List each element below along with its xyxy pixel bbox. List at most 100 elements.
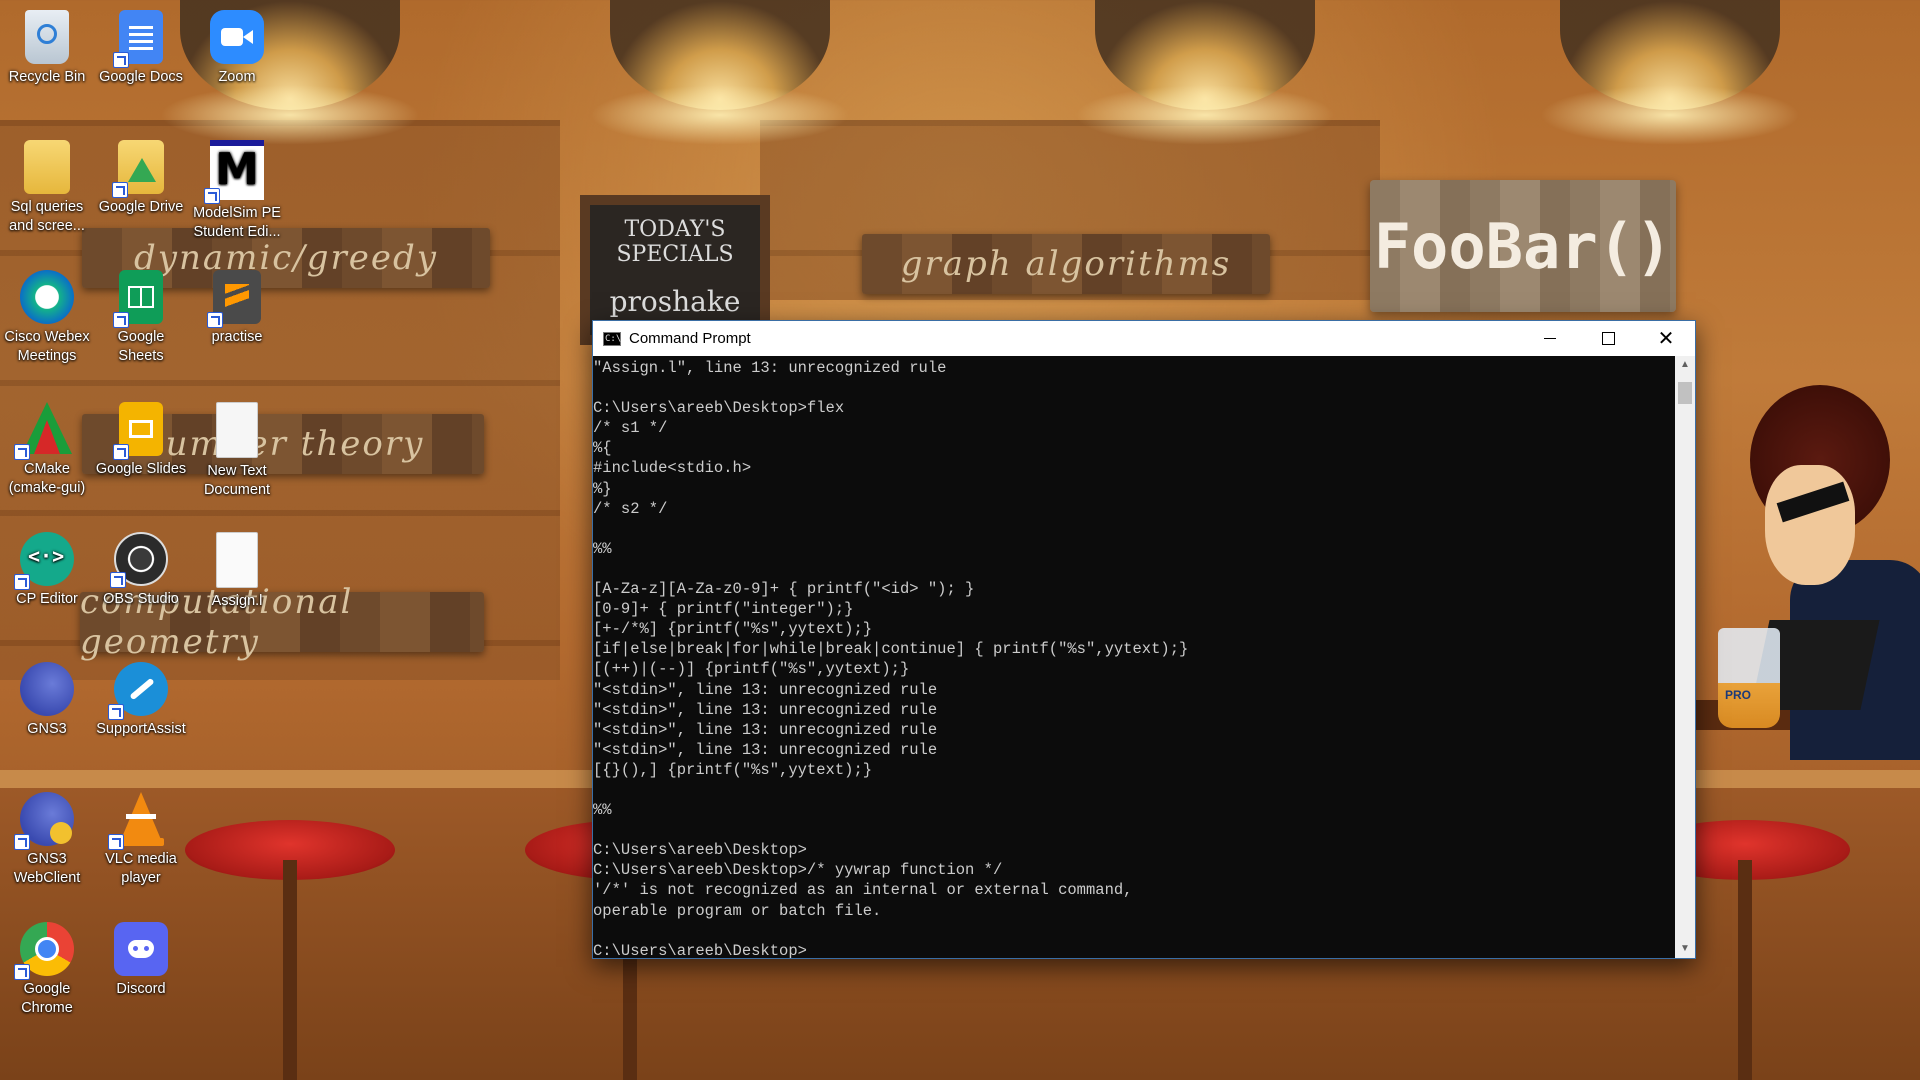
desktop-icon-label: Sql queries and scree...: [9, 199, 85, 234]
window-title: Command Prompt: [629, 330, 751, 347]
console-output: "Assign.l", line 13: unrecognized rule C…: [593, 359, 1189, 958]
desktop-icon-google-drive[interactable]: Google Drive: [94, 134, 188, 217]
desktop-icon-label: Assign.l: [211, 593, 263, 609]
chrome-icon: [14, 922, 74, 980]
shortcut-arrow-icon: [14, 964, 30, 980]
shortcut-arrow-icon: [110, 572, 126, 588]
scroll-down-arrow-icon[interactable]: ▼: [1675, 940, 1695, 958]
gns3-webclient-icon: [14, 792, 74, 850]
close-icon: ✕: [1657, 327, 1675, 350]
desktop-icon-label: Google Slides: [95, 461, 187, 477]
desktop-icon-discord[interactable]: Discord: [94, 916, 188, 999]
desktop-icon-label: Google Sheets: [117, 329, 165, 364]
desktop-icon-label: Recycle Bin: [8, 69, 86, 85]
minimize-button[interactable]: [1521, 321, 1579, 356]
wallpaper-sign: graph algorithms: [862, 234, 1270, 294]
desktop-icon-label: Cisco Webex Meetings: [4, 329, 90, 364]
desktop-icon-gns3[interactable]: GNS3: [0, 656, 94, 739]
shortcut-arrow-icon: [207, 312, 223, 328]
desktop-icon-label: GNS3 WebClient: [13, 851, 81, 886]
supportassist-icon: [108, 662, 168, 720]
desktop-icon-sql-queries[interactable]: Sql queries and scree...: [0, 134, 94, 236]
desktop-icon-new-text-document[interactable]: New Text Document: [190, 396, 284, 500]
file-icon: [216, 532, 258, 588]
desktop-icon-cp-editor[interactable]: <·> CP Editor: [0, 526, 94, 609]
shortcut-arrow-icon: [108, 704, 124, 720]
desktop-icon-cisco-webex[interactable]: Cisco Webex Meetings: [0, 264, 94, 366]
wallpaper-lamp-glow: [1540, 85, 1800, 145]
folder-icon: [24, 140, 70, 194]
wallpaper-cup: [1718, 628, 1780, 728]
google-sheets-icon: [113, 270, 163, 328]
desktop-icon-vlc[interactable]: VLC media player: [94, 786, 188, 888]
desktop-icon-google-docs[interactable]: Google Docs: [94, 4, 188, 87]
desktop-icon-label: CMake (cmake-gui): [8, 461, 86, 496]
desktop-icon-supportassist[interactable]: SupportAssist: [94, 656, 188, 739]
desktop-icon-label: Google Docs: [99, 69, 183, 85]
recycle-bin-icon: [25, 10, 69, 64]
webex-icon: [20, 270, 74, 324]
desktop-icon-cmake[interactable]: CMake (cmake-gui): [0, 396, 94, 498]
desktop-icon-google-chrome[interactable]: Google Chrome: [0, 916, 94, 1018]
board-sub: proshake: [609, 285, 741, 318]
desktop-icon-recycle-bin[interactable]: Recycle Bin: [0, 4, 94, 87]
desktop-icon-modelsim[interactable]: M ModelSim PE Student Edi...: [190, 134, 284, 242]
desktop-icon-label: Google Chrome: [21, 981, 73, 1016]
desktop-icon-zoom[interactable]: Zoom: [190, 4, 284, 87]
shortcut-arrow-icon: [14, 444, 30, 460]
text-document-icon: [216, 402, 258, 458]
cp-editor-icon: <·>: [14, 532, 74, 590]
desktop-icon-label: Google Drive: [98, 199, 184, 215]
vlc-icon: [108, 792, 168, 850]
desktop-icon-label: Zoom: [218, 69, 256, 85]
desktop-icon-practise[interactable]: practise: [190, 264, 284, 347]
shortcut-arrow-icon: [204, 188, 220, 204]
board-title: TODAY'S SPECIALS: [616, 217, 734, 267]
desktop-icon-gns3-webclient[interactable]: GNS3 WebClient: [0, 786, 94, 888]
desktop-icon-obs-studio[interactable]: OBS Studio: [94, 526, 188, 609]
maximize-button[interactable]: [1579, 321, 1637, 356]
vertical-scrollbar[interactable]: ▲ ▼: [1675, 356, 1695, 958]
scroll-up-arrow-icon[interactable]: ▲: [1675, 356, 1695, 374]
google-drive-icon: [112, 140, 164, 198]
discord-icon: [114, 922, 168, 976]
command-prompt-app-icon: C:\: [603, 331, 622, 346]
google-slides-icon: [113, 402, 163, 460]
desktop-icon-label: practise: [211, 329, 263, 345]
minimize-icon: [1544, 338, 1556, 339]
desktop-icon-label: SupportAssist: [96, 721, 186, 737]
desktop-icon-label: New Text Document: [203, 463, 271, 498]
window-title-bar[interactable]: C:\ Command Prompt ✕: [593, 321, 1695, 356]
desktop-icon-assign-l[interactable]: Assign.l: [190, 526, 284, 611]
cmake-icon: [14, 402, 74, 460]
scrollbar-thumb[interactable]: [1678, 382, 1692, 404]
shortcut-arrow-icon: [14, 834, 30, 850]
desktop-icon-label: GNS3: [27, 721, 67, 737]
desktop-icon-google-slides[interactable]: Google Slides: [94, 396, 188, 479]
shortcut-arrow-icon: [113, 444, 129, 460]
wallpaper-stool-leg: [1738, 860, 1752, 1080]
maximize-icon: [1601, 332, 1615, 345]
command-prompt-window[interactable]: C:\ Command Prompt ✕ "Assign.l", line 13…: [592, 320, 1696, 959]
desktop-icon-label: ModelSim PE Student Edi...: [193, 205, 281, 240]
shortcut-arrow-icon: [112, 182, 128, 198]
desktop-icon-google-sheets[interactable]: Google Sheets: [94, 264, 188, 366]
obs-studio-icon: [110, 532, 168, 588]
wallpaper-stool-leg: [283, 860, 297, 1080]
shortcut-arrow-icon: [14, 574, 30, 590]
shortcut-arrow-icon: [113, 312, 129, 328]
desktop-icon-label: VLC media player: [105, 851, 177, 886]
google-docs-icon: [113, 10, 163, 68]
shortcut-arrow-icon: [108, 834, 124, 850]
sublime-text-icon: [207, 270, 261, 328]
wallpaper-cup-label: PRO: [1725, 688, 1752, 702]
zoom-icon: [210, 10, 264, 64]
desktop-icon-label: Discord: [116, 981, 166, 997]
modelsim-icon: M: [204, 140, 264, 204]
shortcut-arrow-icon: [113, 52, 129, 68]
desktop-icon-label: CP Editor: [16, 591, 78, 607]
wallpaper-lamp-glow: [1075, 85, 1335, 145]
console-output-area[interactable]: "Assign.l", line 13: unrecognized rule C…: [593, 356, 1673, 958]
gns3-icon: [20, 662, 74, 716]
close-button[interactable]: ✕: [1637, 321, 1695, 356]
